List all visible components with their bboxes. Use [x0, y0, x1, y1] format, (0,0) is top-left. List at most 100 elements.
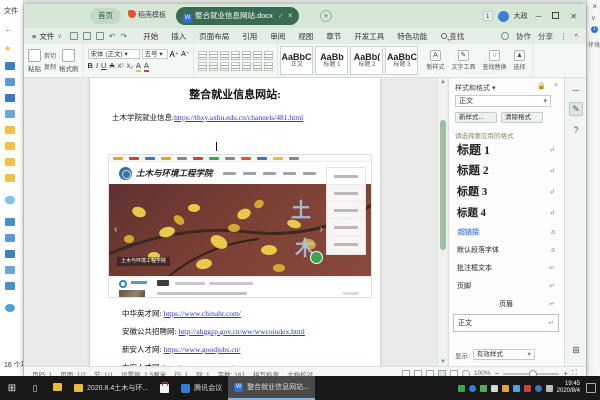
- ribbon-tab[interactable]: 开始: [137, 30, 164, 43]
- current-style-select[interactable]: 正文▾: [455, 95, 551, 107]
- bold-button[interactable]: B: [88, 61, 93, 70]
- file-explorer-taskbar-icon[interactable]: [46, 383, 68, 393]
- cloud-sync-icon[interactable]: [501, 32, 509, 40]
- collapse-ribbon-icon[interactable]: ^: [574, 32, 578, 41]
- show-styles-select[interactable]: 有效样式▾: [473, 349, 535, 360]
- tab-close-icon[interactable]: ×: [288, 11, 293, 20]
- undo-icon[interactable]: ↶: [109, 32, 116, 41]
- style-list-item[interactable]: 正文↵: [453, 314, 559, 332]
- tray-icon[interactable]: [480, 385, 487, 392]
- shrink-font-icon[interactable]: A⁻: [181, 50, 189, 58]
- embedded-website-screenshot[interactable]: 土木与环境工程学院: [108, 154, 372, 298]
- civil-info-link[interactable]: https://thxy.axhu.edu.cn/channels/481.ht…: [174, 113, 303, 122]
- italic-button[interactable]: I: [96, 61, 98, 70]
- print-icon[interactable]: [83, 32, 91, 40]
- strikethrough-button[interactable]: A: [109, 61, 114, 70]
- start-button[interactable]: ⊞: [0, 383, 24, 394]
- tray-icon[interactable]: [535, 385, 542, 392]
- taskbar-folder-item[interactable]: 2020.8.4土木与环...: [68, 376, 154, 400]
- style-gallery-card[interactable]: AaBb(标题 2: [350, 46, 383, 75]
- ribbon-tab[interactable]: 页面布局: [193, 30, 235, 43]
- rail-collapse-icon[interactable]: ─: [569, 84, 583, 98]
- clear-format-button[interactable]: 清除格式: [501, 112, 543, 123]
- docer-template-tab[interactable]: 稻壳模板: [128, 9, 166, 23]
- panel-close-icon[interactable]: ×: [554, 82, 558, 89]
- carousel-next-icon[interactable]: ›: [320, 224, 323, 235]
- tray-icon[interactable]: [513, 385, 520, 392]
- minimize-button[interactable]: ─: [533, 12, 545, 21]
- document-page[interactable]: 整合就业信息网站: 土木学院就业信息:https://thxy.axhu.edu…: [90, 78, 380, 366]
- carousel-prev-icon[interactable]: ‹: [114, 224, 117, 235]
- explorer-item[interactable]: [5, 266, 19, 276]
- close-icon[interactable]: ×: [592, 2, 597, 11]
- explorer-item[interactable]: [5, 250, 19, 260]
- paragraph-tools-group[interactable]: [198, 51, 273, 71]
- job-link[interactable]: https://www.chinahr.com/: [163, 309, 240, 318]
- home-tab[interactable]: 首页: [90, 8, 121, 24]
- explorer-item-folder[interactable]: [5, 142, 19, 152]
- style-list-item[interactable]: 超链接a: [453, 224, 559, 242]
- user-avatar[interactable]: [498, 11, 509, 22]
- ribbon-tab[interactable]: 视图: [292, 30, 319, 43]
- help-icon[interactable]: ?: [569, 124, 583, 138]
- explorer-item-network[interactable]: [5, 304, 19, 314]
- ribbon-tab[interactable]: 审阅: [264, 30, 291, 43]
- style-list-item[interactable]: 标题 2↵: [453, 161, 559, 182]
- tray-icon[interactable]: [469, 385, 476, 392]
- message-count-badge[interactable]: 1: [483, 11, 493, 21]
- save-icon[interactable]: [70, 32, 78, 40]
- font-color-button[interactable]: A: [144, 61, 149, 72]
- find-button[interactable]: 查找: [441, 31, 464, 42]
- styles-pane-tab-icon[interactable]: ✎: [569, 102, 583, 116]
- side-menu-item[interactable]: [327, 202, 365, 219]
- file-menu-button[interactable]: ≡文件∨: [32, 31, 62, 42]
- maximize-button[interactable]: [549, 12, 562, 21]
- font-size-select[interactable]: 五号 ▾: [142, 49, 168, 59]
- ribbon-tab[interactable]: 章节: [320, 30, 347, 43]
- explorer-item-folder[interactable]: [5, 158, 19, 168]
- file-explorer-window[interactable]: 文件 ← ★ 16 个项目: [0, 0, 24, 376]
- tray-icon[interactable]: [491, 385, 498, 392]
- text-tool-button[interactable]: ✎文字工具: [449, 50, 477, 71]
- more-menu-icon[interactable]: ⋮: [560, 32, 568, 41]
- taskbar-store-item[interactable]: [154, 376, 175, 400]
- side-menu-item[interactable]: [327, 236, 365, 253]
- ribbon-tab[interactable]: 特色功能: [391, 30, 433, 43]
- format-painter-button[interactable]: 格式刷: [59, 49, 79, 73]
- pages-icon[interactable]: ⊞: [569, 344, 583, 358]
- tray-icon[interactable]: [458, 385, 465, 392]
- explorer-item[interactable]: [5, 94, 19, 104]
- copy-button[interactable]: 复制: [44, 62, 56, 71]
- background-window-sliver[interactable]: × ∨ 1 环境工...: [586, 0, 600, 376]
- explorer-item-folder[interactable]: [5, 174, 19, 184]
- style-list-item[interactable]: 默认段落字体a: [453, 242, 559, 260]
- style-list-item[interactable]: 标题 4↵: [453, 203, 559, 224]
- style-list-item[interactable]: 标题 1↵: [453, 140, 559, 161]
- side-menu-item[interactable]: [327, 168, 365, 185]
- explorer-item[interactable]: [5, 78, 19, 88]
- scroll-down-icon[interactable]: ▼: [440, 359, 446, 365]
- job-link[interactable]: http://ahggzp.gov.cn/ww/wwcoindex.html: [178, 327, 304, 336]
- style-gallery-card[interactable]: AaBb标题 1: [315, 46, 348, 75]
- redo-icon[interactable]: ↷: [121, 32, 128, 41]
- explorer-item[interactable]: [5, 282, 19, 292]
- zoom-slider[interactable]: [503, 373, 559, 375]
- font-name-select[interactable]: 宋体 (正文) ▾: [88, 49, 140, 59]
- side-menu-item[interactable]: [327, 185, 365, 202]
- taskbar-meeting-item[interactable]: 腾讯会议: [175, 376, 228, 400]
- explorer-item[interactable]: [5, 62, 19, 72]
- select-button[interactable]: ▲选择: [512, 50, 528, 71]
- back-arrow-icon[interactable]: ←: [4, 24, 13, 34]
- ribbon-tab[interactable]: 开发工具: [348, 30, 390, 43]
- style-list-item[interactable]: 批注框文本↵: [453, 260, 559, 278]
- explorer-item-folder[interactable]: [5, 126, 19, 136]
- explorer-item[interactable]: [5, 234, 19, 244]
- collaborate-button[interactable]: 协作: [516, 31, 531, 42]
- pin-icon[interactable]: 🔒: [537, 82, 546, 90]
- scroll-up-icon[interactable]: ▲: [440, 79, 446, 85]
- document-scrollbar[interactable]: ▲ ▼: [437, 78, 447, 366]
- close-button[interactable]: ✕: [567, 12, 580, 21]
- new-style-button[interactable]: A新样式: [424, 50, 446, 71]
- explorer-file-menu[interactable]: 文件: [4, 6, 18, 16]
- subscript-button[interactable]: X₂: [126, 64, 132, 70]
